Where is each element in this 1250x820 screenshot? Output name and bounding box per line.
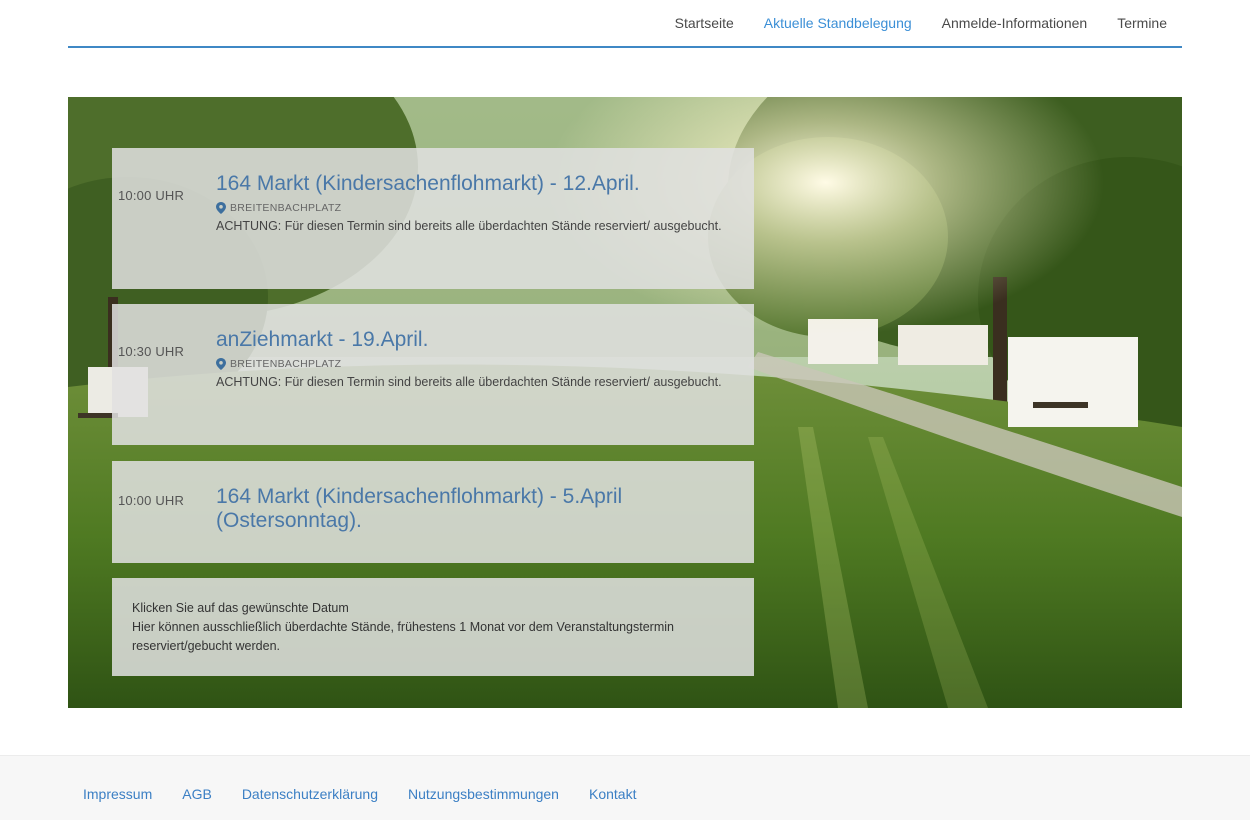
info-line-instruction: Klicken Sie auf das gewünschte Datum — [132, 601, 349, 615]
main-navigation: Startseite Aktuelle Standbelegung Anmeld… — [68, 0, 1182, 48]
info-line-booking-rules: Hier können ausschließlich überdachte St… — [132, 620, 674, 653]
event-time: 10:00 UHR — [118, 188, 185, 203]
event-body: 164 Markt (Kindersachenflohmarkt) - 12.A… — [216, 172, 724, 235]
booking-info-box: Klicken Sie auf das gewünschte Datum Hie… — [112, 578, 754, 676]
event-note: ACHTUNG: Für diesen Termin sind bereits … — [216, 375, 722, 389]
page: Startseite Aktuelle Standbelegung Anmeld… — [0, 0, 1250, 820]
event-location: BREITENBACHPLATZ — [216, 358, 724, 370]
event-card[interactable]: 10:00 UHR 164 Markt (Kindersachenflohmar… — [112, 461, 754, 563]
event-title-link[interactable]: 164 Markt (Kindersachenflohmarkt) - 12.A… — [216, 172, 724, 196]
map-marker-icon — [216, 358, 226, 370]
event-time: 10:30 UHR — [118, 344, 185, 359]
nav-startseite[interactable]: Startseite — [660, 15, 749, 31]
event-title-link[interactable]: 164 Markt (Kindersachenflohmarkt) - 5.Ap… — [216, 485, 724, 533]
nav-termine[interactable]: Termine — [1102, 15, 1182, 31]
footer-link-datenschutz[interactable]: Datenschutzerklärung — [227, 786, 393, 802]
event-note: ACHTUNG: Für diesen Termin sind bereits … — [216, 219, 722, 233]
event-body: anZiehmarkt - 19.April. BREITENBACHPLATZ… — [216, 328, 724, 391]
event-body: 164 Markt (Kindersachenflohmarkt) - 5.Ap… — [216, 485, 724, 533]
event-location-label: BREITENBACHPLATZ — [230, 358, 342, 370]
footer-link-kontakt[interactable]: Kontakt — [574, 786, 651, 802]
event-card[interactable]: 10:00 UHR 164 Markt (Kindersachenflohmar… — [112, 148, 754, 289]
event-card[interactable]: 10:30 UHR anZiehmarkt - 19.April. BREITE… — [112, 304, 754, 445]
event-location: BREITENBACHPLATZ — [216, 202, 724, 214]
event-time: 10:00 UHR — [118, 493, 185, 508]
hero-section: 10:00 UHR 164 Markt (Kindersachenflohmar… — [68, 97, 1182, 708]
event-location-label: BREITENBACHPLATZ — [230, 202, 342, 214]
footer-link-nutzungsbestimmungen[interactable]: Nutzungsbestimmungen — [393, 786, 574, 802]
map-marker-icon — [216, 202, 226, 214]
nav-aktuelle-standbelegung[interactable]: Aktuelle Standbelegung — [749, 15, 927, 31]
footer: Impressum AGB Datenschutzerklärung Nutzu… — [0, 755, 1250, 820]
event-title-link[interactable]: anZiehmarkt - 19.April. — [216, 328, 724, 352]
nav-anmelde-informationen[interactable]: Anmelde-Informationen — [927, 15, 1103, 31]
footer-link-impressum[interactable]: Impressum — [68, 786, 167, 802]
footer-link-agb[interactable]: AGB — [167, 786, 227, 802]
